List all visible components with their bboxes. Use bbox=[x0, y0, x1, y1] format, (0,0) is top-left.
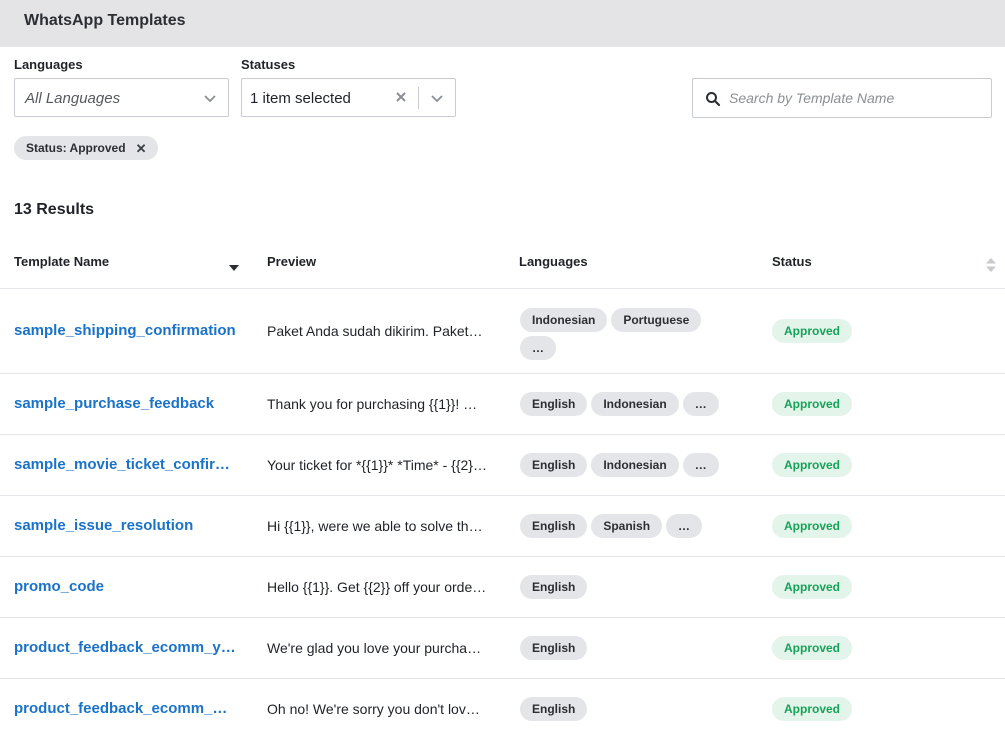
status-badge: Approved bbox=[772, 575, 853, 599]
column-header-template-name[interactable]: Template Name bbox=[14, 254, 109, 269]
chevron-down-icon[interactable] bbox=[430, 91, 444, 105]
status-badge: Approved bbox=[772, 514, 853, 538]
table-row[interactable]: sample_purchase_feedback Thank you for pu… bbox=[0, 374, 1005, 435]
results-count: 13 Results bbox=[14, 201, 95, 218]
language-tag: Indonesian bbox=[520, 308, 608, 332]
template-preview: Paket Anda sudah dikirim. Paket… bbox=[267, 323, 483, 339]
template-preview: Hi {{1}}, were we able to solve the… bbox=[267, 518, 489, 534]
statuses-filter-label: Statuses bbox=[241, 57, 296, 72]
language-tag: Portuguese bbox=[611, 308, 702, 332]
column-header-preview: Preview bbox=[267, 254, 317, 269]
language-tags: English Indonesian… bbox=[520, 453, 760, 477]
remove-filter-icon[interactable]: ✕ bbox=[136, 142, 147, 155]
status-badge: Approved bbox=[772, 319, 853, 343]
sort-icon[interactable] bbox=[985, 257, 997, 273]
template-name-link[interactable]: sample_issue_resolution bbox=[14, 517, 236, 534]
template-preview: Your ticket for *{{1}}* *Time* - {{2}} … bbox=[267, 457, 489, 473]
column-header-languages: Languages bbox=[519, 254, 588, 269]
search-icon bbox=[706, 92, 721, 107]
language-tags: English Indonesian… bbox=[520, 392, 760, 416]
language-tag: English bbox=[520, 514, 588, 538]
template-preview: We're glad you love your purcha… bbox=[267, 640, 482, 656]
column-header-status[interactable]: Status bbox=[772, 254, 812, 269]
more-languages-tag[interactable]: … bbox=[520, 336, 556, 360]
statuses-select-value: 1 item selected bbox=[250, 90, 351, 107]
table-row[interactable]: sample_shipping_confirmation Paket Anda s… bbox=[0, 289, 1005, 374]
template-preview: Hello {{1}}. Get {{2}} off your order … bbox=[267, 579, 489, 595]
language-tags: English Spanish… bbox=[520, 514, 760, 538]
language-tags: English bbox=[520, 636, 760, 660]
language-tag: Spanish bbox=[591, 514, 663, 538]
language-tag: Indonesian bbox=[591, 453, 679, 477]
table-row[interactable]: product_feedback_ecomm_y… We're glad you … bbox=[0, 618, 1005, 679]
languages-select[interactable]: All Languages bbox=[14, 78, 229, 117]
template-preview: Thank you for purchasing {{1}}! … bbox=[267, 396, 478, 412]
language-tag: English bbox=[520, 575, 588, 599]
language-tags: English bbox=[520, 575, 760, 599]
table-row[interactable]: sample_issue_resolution Hi {{1}}, were we… bbox=[0, 496, 1005, 557]
chevron-down-icon bbox=[204, 95, 216, 103]
template-preview: Oh no! We're sorry you don't lov… bbox=[267, 701, 480, 717]
sort-desc-icon[interactable] bbox=[228, 264, 240, 272]
status-badge: Approved bbox=[772, 392, 853, 416]
clear-icon[interactable] bbox=[394, 90, 408, 104]
template-name-link[interactable]: sample_purchase_feedback bbox=[14, 395, 236, 412]
select-separator bbox=[418, 87, 419, 109]
language-tag: English bbox=[520, 697, 588, 721]
table-row[interactable]: product_feedback_ecomm_n… Oh no! We're so… bbox=[0, 679, 1005, 736]
template-name-link[interactable]: sample_shipping_confirmation bbox=[14, 322, 236, 339]
page-title: WhatsApp Templates bbox=[24, 12, 186, 29]
template-name-link[interactable]: product_feedback_ecomm_y… bbox=[14, 639, 236, 656]
language-tag: Indonesian bbox=[591, 392, 679, 416]
language-tag: English bbox=[520, 453, 588, 477]
language-tag: English bbox=[520, 392, 588, 416]
page-header: WhatsApp Templates bbox=[0, 0, 1005, 47]
languages-select-value: All Languages bbox=[25, 90, 121, 107]
chip-label: Status: Approved bbox=[26, 141, 126, 155]
status-badge: Approved bbox=[772, 636, 853, 660]
more-languages-tag[interactable]: … bbox=[666, 514, 703, 538]
template-search[interactable] bbox=[692, 78, 992, 118]
language-tag: English bbox=[520, 636, 588, 660]
template-name-link[interactable]: product_feedback_ecomm_n… bbox=[14, 700, 236, 717]
language-tags: Indonesian Portuguese … bbox=[520, 308, 720, 360]
status-badge: Approved bbox=[772, 697, 853, 721]
more-languages-tag[interactable]: … bbox=[682, 453, 719, 477]
more-languages-tag[interactable]: … bbox=[682, 392, 719, 416]
template-name-link[interactable]: promo_code bbox=[14, 578, 236, 595]
table-row[interactable]: sample_movie_ticket_confir… Your ticket f… bbox=[0, 435, 1005, 496]
search-input[interactable] bbox=[729, 87, 979, 109]
table-row[interactable]: promo_code Hello {{1}}. Get {{2}} off you… bbox=[0, 557, 1005, 618]
template-name-link[interactable]: sample_movie_ticket_confir… bbox=[14, 456, 236, 473]
active-filter-chip: Status: Approved ✕ bbox=[14, 136, 159, 160]
languages-filter-label: Languages bbox=[14, 57, 83, 72]
status-badge: Approved bbox=[772, 453, 853, 477]
language-tags: English bbox=[520, 697, 760, 721]
statuses-select[interactable]: 1 item selected bbox=[241, 78, 456, 117]
